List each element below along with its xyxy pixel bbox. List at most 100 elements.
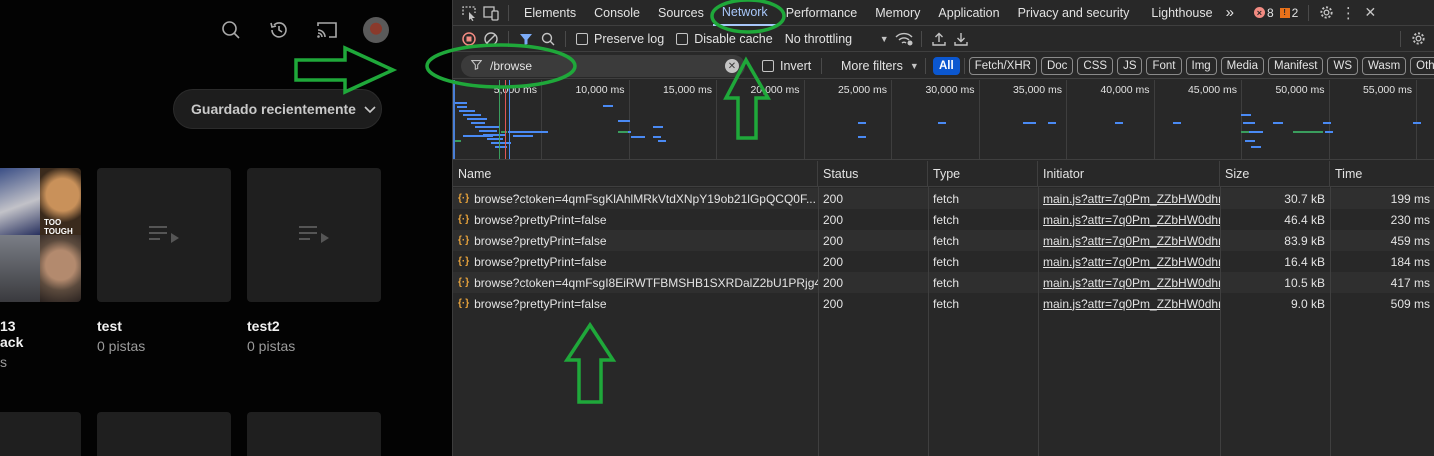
playlist-thumbnail[interactable] xyxy=(0,412,81,456)
record-stop-icon[interactable] xyxy=(458,28,480,50)
cell-initiator[interactable]: main.js?attr=7q0Pm_ZZbHW0dhn xyxy=(1038,230,1220,251)
playlist-title[interactable]: test2 xyxy=(247,318,280,334)
table-row[interactable]: {·} browse?prettyPrint=false 200 fetch main.… xyxy=(453,251,1434,272)
cell-text: 200 xyxy=(823,296,844,311)
device-toolbar-icon[interactable] xyxy=(480,2,502,24)
column-header-type[interactable]: Type xyxy=(928,161,1038,187)
timeline-request-bar xyxy=(1241,131,1249,133)
throttling-select[interactable]: No throttling ▼ xyxy=(785,32,889,46)
error-counter[interactable]: × 8 xyxy=(1253,6,1274,20)
column-header-status[interactable]: Status xyxy=(818,161,928,187)
network-overview-timeline[interactable]: 5,000 ms 10,000 ms 15,000 ms 20,000 ms 25,00… xyxy=(453,80,1434,160)
search-icon[interactable] xyxy=(217,16,245,44)
chip-doc[interactable]: Doc xyxy=(1040,57,1074,75)
filter-input[interactable]: /browse xyxy=(461,55,745,77)
clear-filter-icon[interactable]: ✕ xyxy=(725,59,739,73)
cell-text: fetch xyxy=(933,191,960,206)
cell-initiator[interactable]: main.js?attr=7q0Pm_ZZbHW0dhn xyxy=(1038,251,1220,272)
cell-text: fetch xyxy=(933,275,960,290)
more-filters-dropdown[interactable]: More filters ▼ xyxy=(841,59,919,73)
separator xyxy=(508,30,509,47)
timeline-gridline xyxy=(541,80,542,159)
table-row[interactable]: {·} browse?ctoken=4qmFsgI8EiRWTFBMSHB1SXR… xyxy=(453,272,1434,293)
search-icon[interactable] xyxy=(537,28,559,50)
column-header-name[interactable]: Name xyxy=(453,161,818,187)
chip-media[interactable]: Media xyxy=(1220,57,1264,75)
timeline-request-bar xyxy=(487,138,503,140)
playlist-thumbnail[interactable] xyxy=(247,412,381,456)
chip-img[interactable]: Img xyxy=(1185,57,1217,75)
table-row[interactable]: {·} browse?prettyPrint=false 200 fetch main.… xyxy=(453,209,1434,230)
import-har-icon[interactable] xyxy=(928,28,950,50)
playlist-thumbnail[interactable] xyxy=(247,168,381,302)
timeline-request-bar xyxy=(1325,131,1333,133)
inspect-element-icon[interactable] xyxy=(458,2,480,24)
timeline-gridline xyxy=(1416,80,1417,159)
sort-dropdown[interactable]: Guardado recientemente xyxy=(173,89,382,129)
cell-size: 10.5 kB xyxy=(1220,272,1330,293)
more-options-icon[interactable]: ⋮ xyxy=(1337,2,1359,24)
tab-sources[interactable]: Sources xyxy=(649,0,713,26)
timeline-request-bar xyxy=(1293,131,1323,133)
chip-all[interactable]: All xyxy=(933,57,960,75)
table-row[interactable]: {·} browse?ctoken=4qmFsgKlAhlMRkVtdXNpY19… xyxy=(453,188,1434,209)
tab-console[interactable]: Console xyxy=(585,0,649,26)
preserve-log-checkbox[interactable]: Preserve log xyxy=(576,32,664,46)
cell-initiator[interactable]: main.js?attr=7q0Pm_ZZbHW0dhn xyxy=(1038,209,1220,230)
column-header-initiator[interactable]: Initiator xyxy=(1038,161,1220,187)
chip-other[interactable]: Other xyxy=(1410,57,1434,75)
history-icon[interactable] xyxy=(265,16,293,44)
chip-fetch-xhr[interactable]: Fetch/XHR xyxy=(968,57,1037,75)
cell-type: fetch xyxy=(928,209,1038,230)
chip-wasm[interactable]: Wasm xyxy=(1362,57,1407,75)
cell-time: 199 ms xyxy=(1330,188,1434,209)
cell-name: {·} browse?prettyPrint=false xyxy=(453,251,818,272)
cast-icon[interactable] xyxy=(313,16,341,44)
network-settings-icon[interactable] xyxy=(1407,28,1429,50)
playlist-cover-image[interactable]: TOO TOUGH xyxy=(0,168,81,302)
chip-js[interactable]: JS xyxy=(1117,57,1143,75)
avatar[interactable] xyxy=(363,17,389,43)
playlist-thumbnail[interactable] xyxy=(97,168,231,302)
playlist-title[interactable]: 13 xyxy=(0,318,16,334)
column-header-size[interactable]: Size xyxy=(1220,161,1330,187)
chip-ws[interactable]: WS xyxy=(1327,57,1358,75)
cell-initiator[interactable]: main.js?attr=7q0Pm_ZZbHW0dhn xyxy=(1038,188,1220,209)
more-tabs-button[interactable]: » xyxy=(1222,0,1238,26)
table-row[interactable]: {·} browse?prettyPrint=false 200 fetch main.… xyxy=(453,293,1434,314)
network-conditions-icon[interactable] xyxy=(893,28,915,50)
playlist-title[interactable]: test xyxy=(97,318,122,334)
tab-lighthouse[interactable]: Lighthouse xyxy=(1138,0,1221,26)
cell-initiator[interactable]: main.js?attr=7q0Pm_ZZbHW0dhn xyxy=(1038,272,1220,293)
timeline-gridline xyxy=(1328,80,1330,159)
playlist-thumbnail[interactable] xyxy=(97,412,231,456)
column-header-time[interactable]: Time xyxy=(1330,161,1434,187)
invert-checkbox[interactable]: Invert xyxy=(762,59,811,73)
tab-application[interactable]: Application xyxy=(929,0,1008,26)
disable-cache-checkbox[interactable]: Disable cache xyxy=(676,32,773,46)
warning-counter[interactable]: ! 2 xyxy=(1279,6,1298,20)
tab-network[interactable]: Network xyxy=(712,0,777,26)
filter-icon[interactable] xyxy=(515,28,537,50)
chip-css[interactable]: CSS xyxy=(1077,57,1114,75)
settings-gear-icon[interactable] xyxy=(1315,2,1337,24)
error-icon: × xyxy=(1253,7,1265,18)
tab-privacy-and-security[interactable]: Privacy and security xyxy=(1009,0,1139,26)
table-row[interactable]: {·} browse?prettyPrint=false 200 fetch main.… xyxy=(453,230,1434,251)
timeline-request-bar xyxy=(658,140,666,142)
chip-font[interactable]: Font xyxy=(1146,57,1182,75)
export-har-icon[interactable] xyxy=(950,28,972,50)
tab-performance[interactable]: Performance xyxy=(777,0,867,26)
cell-time: 184 ms xyxy=(1330,251,1434,272)
timeline-request-bar xyxy=(467,118,487,120)
cell-text: browse?prettyPrint=false xyxy=(474,233,607,248)
tab-elements[interactable]: Elements xyxy=(515,0,585,26)
chip-manifest[interactable]: Manifest xyxy=(1268,57,1324,75)
requests-table-header: Name Status Type Initiator Size Time xyxy=(453,161,1434,187)
timeline-request-bar xyxy=(1251,146,1261,148)
tab-memory[interactable]: Memory xyxy=(866,0,929,26)
close-icon[interactable]: ✕ xyxy=(1359,2,1381,24)
clear-icon[interactable] xyxy=(480,28,502,50)
timeline-request-bar xyxy=(471,122,485,124)
cell-initiator[interactable]: main.js?attr=7q0Pm_ZZbHW0dhn xyxy=(1038,293,1220,314)
